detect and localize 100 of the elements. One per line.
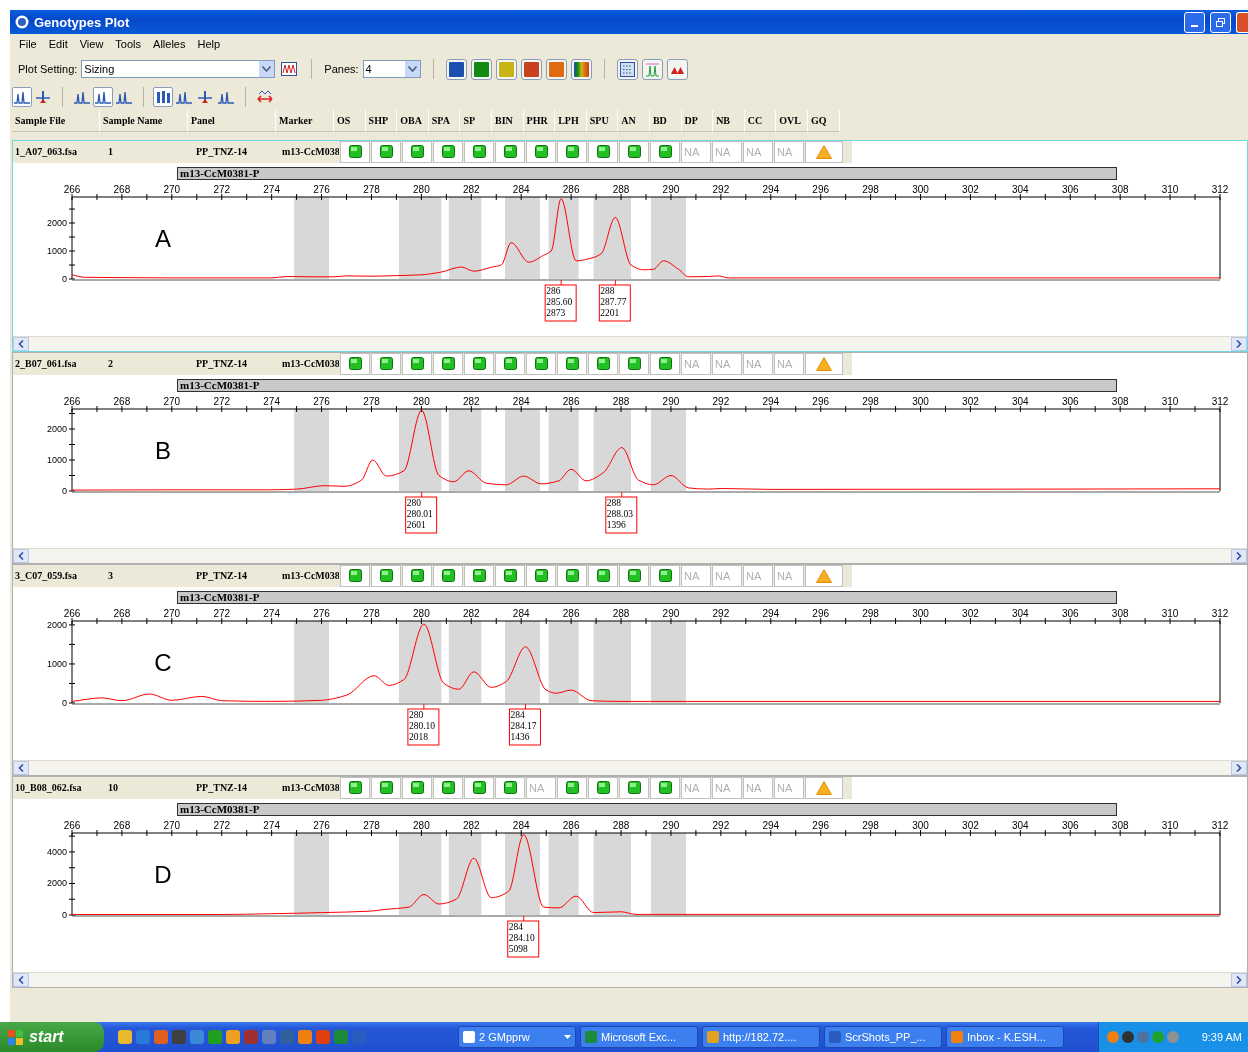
axis-tick-label: 1000 (46, 245, 67, 256)
annotation: 280 280.01 2601 (406, 497, 434, 530)
task-label: http://182.72.... (723, 1031, 797, 1043)
axis-tick-label: 312 (1211, 607, 1229, 619)
scroll-right-button[interactable] (1231, 973, 1247, 987)
axis-tick-label: 0 (62, 485, 67, 496)
start-button[interactable]: start (0, 1022, 104, 1052)
task-label: Inbox - K.ESH... (967, 1031, 1046, 1043)
view-button[interactable] (153, 87, 173, 107)
axis-tick-label: 286 (562, 183, 580, 195)
restore-button[interactable] (1210, 11, 1231, 33)
status-square-icon (565, 569, 579, 583)
column-header[interactable]: SP (460, 110, 492, 132)
column-header[interactable]: SHP (365, 110, 398, 132)
restore-icon (1215, 16, 1226, 28)
axis-tick-label: 310 (1161, 607, 1179, 619)
column-header[interactable]: SPU (586, 110, 619, 132)
column-header[interactable]: Sample Name (100, 110, 188, 132)
peaks-icon (644, 61, 660, 77)
axis-tick-label: 272 (213, 819, 231, 831)
scroll-right-button[interactable] (1231, 337, 1247, 351)
axis-tick-label: 288 (612, 183, 630, 195)
pane-letter: A (155, 224, 171, 252)
axis-tick-label: 300 (912, 395, 929, 407)
taskbar-button[interactable]: http://182.72.... (702, 1026, 820, 1048)
menu-item[interactable]: File (14, 38, 42, 50)
horizontal-scrollbar[interactable] (13, 760, 1247, 775)
warning-triangle-icon (816, 144, 832, 159)
column-header[interactable]: LPH (555, 110, 587, 132)
column-header[interactable]: NB (713, 110, 745, 132)
scroll-left-button[interactable] (13, 549, 29, 563)
chevron-down-icon (262, 66, 272, 72)
table-cell: NA (712, 565, 742, 587)
plot-settings-button[interactable] (279, 59, 300, 79)
axis-tick-label: 270 (163, 395, 181, 407)
panes-dropdown[interactable]: 4 (362, 60, 421, 78)
column-header[interactable]: GQ (807, 110, 840, 132)
axis-tick-label: 296 (812, 395, 830, 407)
axis-tick-label: 310 (1161, 819, 1179, 831)
peaks-chart-icon (281, 62, 298, 76)
status-square-icon (410, 357, 424, 371)
axis-tick-label: 302 (962, 819, 979, 831)
plot-setting-dropdown[interactable]: Sizing (81, 60, 276, 78)
grid-icon (619, 61, 635, 77)
column-header[interactable]: PHR (523, 110, 556, 132)
menu-item[interactable]: Edit (43, 38, 73, 50)
scroll-left-button[interactable] (13, 973, 29, 987)
column-header[interactable]: SPA (428, 110, 461, 132)
axis-tick-label: 0 (62, 697, 67, 708)
plot-setting-label: Plot Setting: (18, 63, 78, 75)
axis-tick-label: 282 (462, 607, 480, 619)
scroll-right-button[interactable] (1231, 761, 1247, 775)
annotation: 284 284.10 5098 (508, 921, 536, 954)
column-header[interactable]: Sample File (12, 110, 100, 132)
status-square-icon (348, 569, 362, 583)
triangle-view-button[interactable] (666, 58, 688, 80)
taskbar-button[interactable]: ScrShots_PP_... (824, 1026, 942, 1048)
axis-tick-label: 302 (962, 395, 979, 407)
axis-tick-label: 274 (263, 395, 280, 407)
axis-tick-label: 272 (213, 395, 231, 407)
task-label: 2 GMpprw (479, 1031, 530, 1043)
column-header[interactable]: Marker (276, 110, 334, 132)
horizontal-scrollbar[interactable] (13, 548, 1247, 563)
column-header[interactable]: CC (744, 110, 777, 132)
column-header[interactable]: OVL (776, 110, 808, 132)
scroll-right-button[interactable] (1231, 549, 1247, 563)
horizontal-scrollbar[interactable] (13, 336, 1247, 351)
column-header[interactable]: DP (681, 110, 714, 132)
axis-tick-label: 278 (363, 607, 380, 619)
column-header[interactable]: BIN (491, 110, 524, 132)
table-cell: NA (743, 777, 773, 799)
taskbar-button[interactable]: 2 GMpprw (458, 1026, 576, 1048)
horizontal-scrollbar[interactable] (13, 972, 1247, 987)
task-label: ScrShots_PP_... (845, 1031, 926, 1043)
menu-item[interactable]: View (74, 38, 109, 50)
peak-label: 284 284.10 5098 (507, 915, 540, 958)
view-button[interactable] (12, 87, 32, 107)
column-header[interactable]: OBA (397, 110, 429, 132)
axis-tick-label: 310 (1161, 395, 1179, 407)
menu-item[interactable]: Alleles (148, 38, 191, 50)
menu-item[interactable]: Tools (110, 38, 147, 50)
minimize-button[interactable] (1184, 11, 1205, 33)
peak-marker-icon (35, 90, 51, 104)
color-button[interactable] (570, 58, 592, 80)
column-header[interactable]: OS (334, 110, 366, 132)
grid-button[interactable] (616, 58, 638, 80)
view-button[interactable] (93, 87, 113, 107)
axis-tick-label: 276 (313, 819, 330, 831)
close-button[interactable] (1236, 11, 1248, 33)
tray-icon[interactable] (1122, 1031, 1134, 1043)
warning-triangle-icon (816, 356, 832, 371)
column-header[interactable]: BD (649, 110, 682, 132)
menu-item[interactable]: Help (192, 38, 226, 50)
scroll-left-button[interactable] (13, 337, 29, 351)
scroll-left-button[interactable] (13, 761, 29, 775)
axis-tick-label: 306 (1061, 395, 1079, 407)
column-header[interactable]: Panel (188, 110, 276, 132)
taskbar-button[interactable]: Microsoft Exc... (580, 1026, 698, 1048)
column-header[interactable]: AN (618, 110, 650, 132)
taskbar-button[interactable]: Inbox - K.ESH... (946, 1026, 1064, 1048)
